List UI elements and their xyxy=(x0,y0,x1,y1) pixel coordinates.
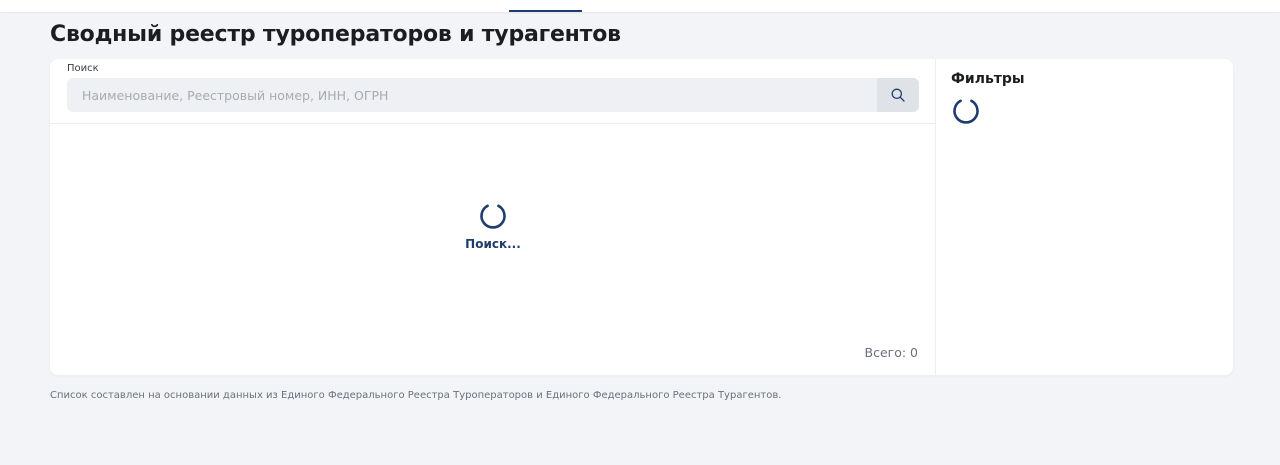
search-button[interactable] xyxy=(877,78,919,112)
search-icon xyxy=(891,88,905,102)
page-title: Сводный реестр туроператоров и турагенто… xyxy=(50,22,621,47)
divider xyxy=(50,123,936,124)
registry-card: Поиск Поиск... Всего: 0 Фильтры xyxy=(50,59,1233,375)
top-navigation-bar xyxy=(0,0,1280,12)
filters-title: Фильтры xyxy=(951,71,1025,87)
active-tab-indicator xyxy=(509,10,582,12)
search-field xyxy=(67,78,919,112)
search-label: Поиск xyxy=(67,63,99,74)
loading-text: Поиск... xyxy=(465,237,521,251)
total-count: Всего: 0 xyxy=(864,345,919,360)
spinner-icon xyxy=(480,204,506,229)
spinner-icon xyxy=(953,99,979,124)
results-panel: Поиск Поиск... Всего: 0 xyxy=(50,59,936,375)
loading-indicator: Поиск... xyxy=(50,201,936,251)
search-input[interactable] xyxy=(67,78,877,112)
source-footnote: Список составлен на основании данных из … xyxy=(50,390,782,401)
filters-panel: Фильтры xyxy=(937,59,1233,375)
